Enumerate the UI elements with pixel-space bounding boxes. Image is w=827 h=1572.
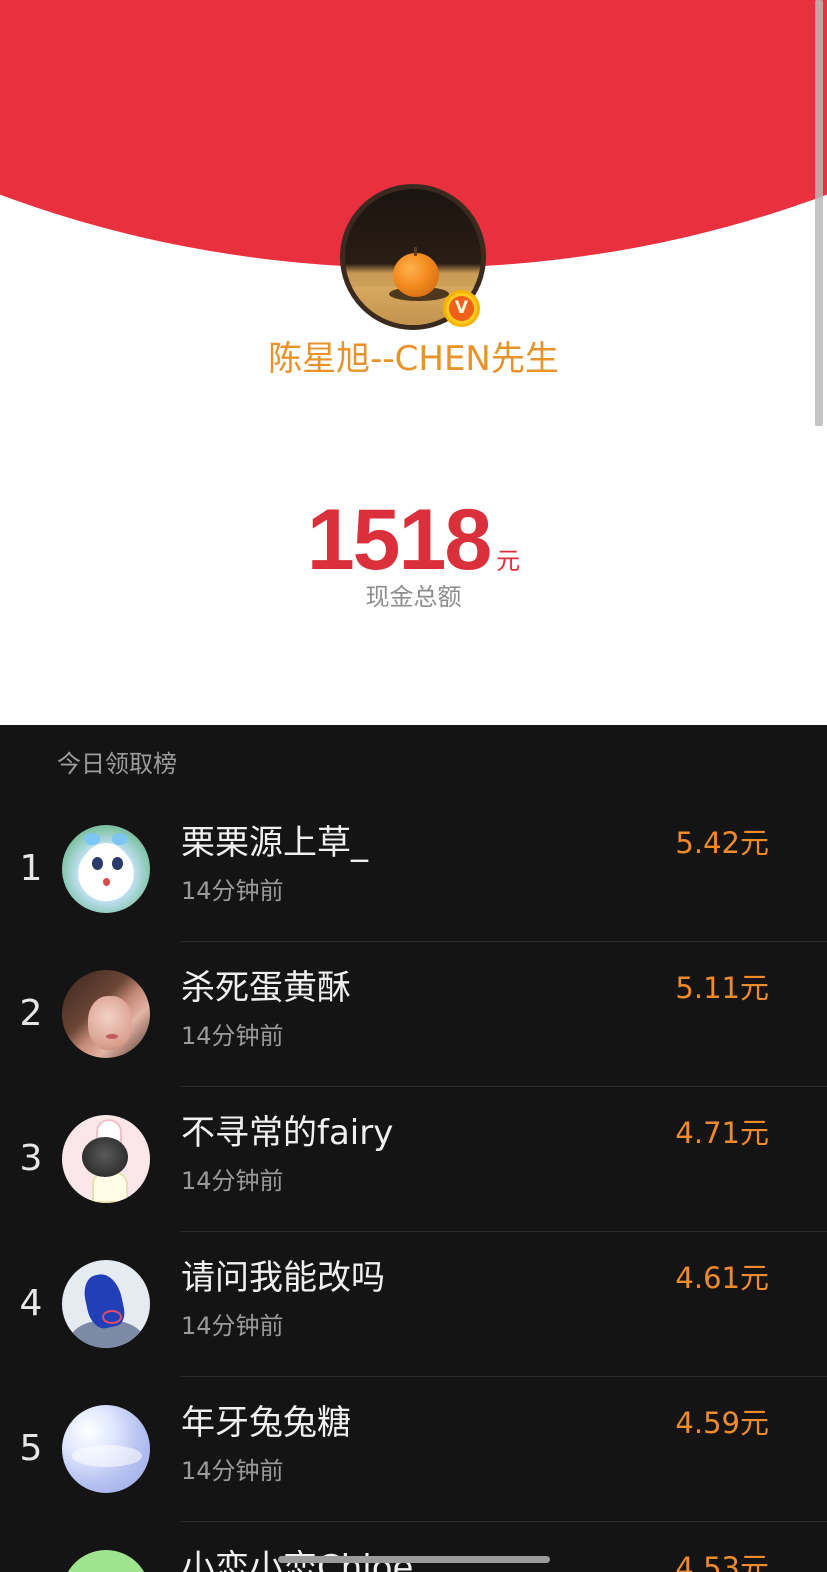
user-avatar[interactable] [62, 1115, 150, 1203]
user-name: 栗栗源上草_ [181, 823, 368, 863]
leaderboard-row[interactable]: 3 不寻常的fairy 14分钟前 4.71元 [0, 1087, 827, 1232]
user-avatar[interactable] [62, 970, 150, 1058]
user-avatar[interactable] [62, 1550, 150, 1572]
user-name: 不寻常的fairy [181, 1113, 394, 1153]
red-packet-header: V 陈星旭--CHEN先生 1518 元 现金总额 [0, 0, 827, 725]
rank-number: 4 [19, 1283, 43, 1324]
verified-badge-letter: V [449, 296, 474, 321]
claim-amount: 4.61元 [675, 1261, 769, 1295]
home-indicator[interactable] [278, 1556, 550, 1563]
rank-number: 1 [19, 848, 43, 889]
user-avatar[interactable] [62, 825, 150, 913]
claim-amount: 5.11元 [675, 971, 769, 1005]
user-avatar[interactable] [62, 1405, 150, 1493]
leaderboard-panel: 今日领取榜 1 栗栗源上草_ 14分钟前 5.42元 2 杀死蛋黄酥 14分钟前… [0, 725, 827, 1572]
claim-time: 14分钟前 [181, 1457, 284, 1485]
user-avatar[interactable] [62, 1260, 150, 1348]
leaderboard-title: 今日领取榜 [57, 750, 177, 778]
claim-amount: 5.42元 [675, 826, 769, 860]
leaderboard-row[interactable]: 5 年牙兔兔糖 14分钟前 4.59元 [0, 1377, 827, 1522]
rank-number: 5 [19, 1428, 43, 1469]
user-name: 年牙兔兔糖 [181, 1403, 351, 1443]
leaderboard-row[interactable]: 2 杀死蛋黄酥 14分钟前 5.11元 [0, 942, 827, 1087]
total-amount: 1518 元 [0, 490, 827, 590]
claim-time: 14分钟前 [181, 1312, 284, 1340]
user-name: 请问我能改吗 [181, 1258, 385, 1298]
total-amount-value: 1518 [306, 492, 492, 588]
user-name: 杀死蛋黄酥 [181, 968, 351, 1008]
leaderboard-row[interactable]: 小恋小恋Chloe 4.53元 [0, 1522, 827, 1572]
leaderboard-row[interactable]: 4 请问我能改吗 14分钟前 4.61元 [0, 1232, 827, 1377]
claim-amount: 4.59元 [675, 1406, 769, 1440]
claim-time: 14分钟前 [181, 1022, 284, 1050]
total-amount-unit: 元 [496, 547, 521, 575]
claim-amount: 4.71元 [675, 1116, 769, 1150]
total-amount-label: 现金总额 [365, 583, 462, 611]
rank-number: 3 [19, 1138, 43, 1179]
claim-amount: 4.53元 [675, 1551, 769, 1572]
verified-badge-icon: V [443, 290, 480, 327]
claim-time: 14分钟前 [181, 1167, 284, 1195]
sender-name[interactable]: 陈星旭--CHEN先生 [0, 336, 827, 382]
rank-number: 2 [19, 993, 43, 1034]
claim-time: 14分钟前 [181, 877, 284, 905]
leaderboard-row[interactable]: 1 栗栗源上草_ 14分钟前 5.42元 [0, 797, 827, 942]
